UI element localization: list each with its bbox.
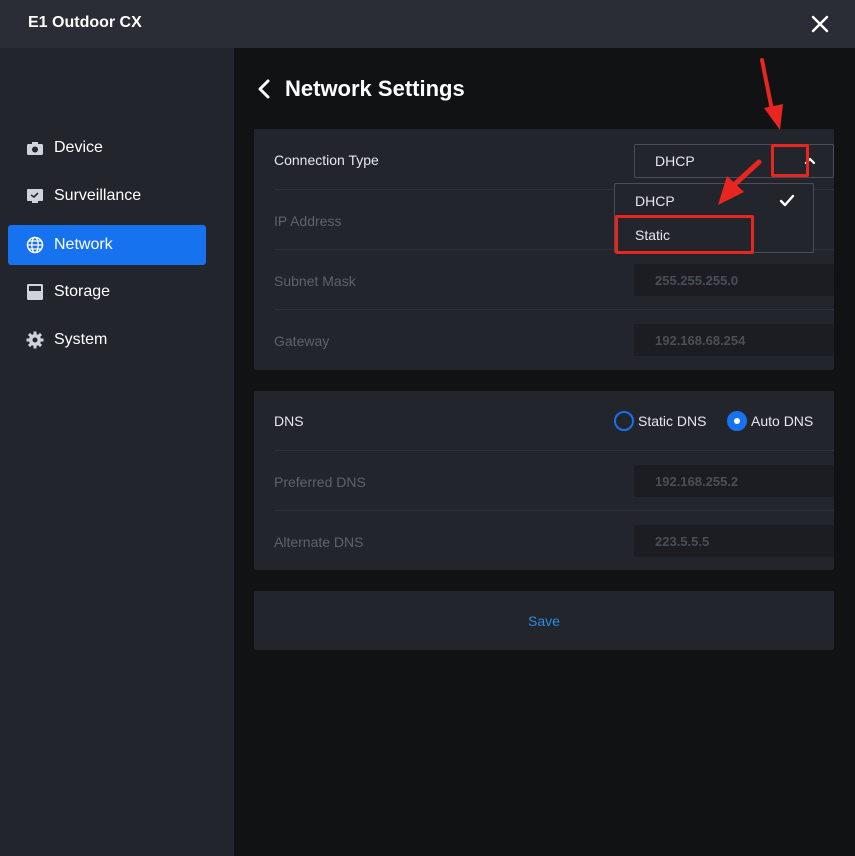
sidebar-item-label: Surveillance: [54, 187, 142, 204]
subnet-mask-field: 255.255.255.0: [634, 264, 834, 296]
sidebar-item-system[interactable]: System: [8, 320, 206, 360]
arrow-down-icon: [760, 58, 783, 130]
subnet-mask-label: Subnet Mask: [274, 273, 356, 289]
sidebar-item-device[interactable]: Device: [8, 128, 206, 168]
gear-icon: [26, 331, 44, 349]
highlight-box-chevron: [771, 144, 809, 177]
monitor-icon: [27, 189, 43, 203]
storage-icon: [27, 284, 43, 300]
chevron-left-icon[interactable]: [254, 78, 274, 100]
dns-label: DNS: [274, 413, 304, 429]
static-dns-radio[interactable]: Static DNS: [614, 411, 714, 431]
check-icon: [779, 194, 795, 207]
static-dns-label: Static DNS: [638, 413, 707, 429]
sidebar-item-label: Network: [54, 236, 113, 253]
highlight-box-static: [615, 215, 754, 254]
alternate-dns-row: Alternate DNS 223.5.5.5: [274, 511, 834, 571]
auto-dns-radio[interactable]: Auto DNS: [727, 411, 827, 431]
gateway-value: 192.168.68.254: [655, 333, 746, 348]
sidebar-item-storage[interactable]: Storage: [8, 272, 206, 312]
subnet-mask-row: Subnet Mask 255.255.255.0: [274, 250, 834, 310]
save-button[interactable]: Save: [254, 591, 834, 650]
camera-icon: [27, 142, 43, 155]
ip-address-label: IP Address: [274, 213, 342, 229]
sidebar-item-label: System: [54, 331, 108, 348]
dns-row: DNS Static DNS Auto DNS: [274, 391, 834, 451]
sidebar: Device Surveillance Network Storage Syst…: [0, 48, 234, 856]
gateway-field: 192.168.68.254: [634, 324, 834, 356]
dns-panel: DNS Static DNS Auto DNS Preferred DNS 19…: [254, 391, 834, 570]
connection-type-row: Connection Type DHCP: [274, 130, 834, 190]
sidebar-item-label: Storage: [54, 283, 111, 300]
radio-checked[interactable]: [727, 411, 747, 431]
dropdown-option-label: DHCP: [635, 193, 675, 209]
auto-dns-label: Auto DNS: [751, 413, 814, 429]
globe-icon: [26, 236, 44, 254]
preferred-dns-value: 192.168.255.2: [655, 474, 739, 489]
gateway-row: Gateway 192.168.68.254: [274, 310, 834, 370]
preferred-dns-field: 192.168.255.2: [634, 465, 834, 497]
save-label: Save: [528, 613, 560, 629]
page-title: Network Settings: [285, 76, 465, 101]
subnet-mask-value: 255.255.255.0: [655, 273, 739, 288]
alternate-dns-label: Alternate DNS: [274, 534, 364, 550]
connection-type-value: DHCP: [655, 153, 695, 169]
dropdown-option-dhcp[interactable]: DHCP: [615, 184, 813, 218]
preferred-dns-row: Preferred DNS 192.168.255.2: [274, 451, 834, 511]
sidebar-item-surveillance[interactable]: Surveillance: [8, 176, 206, 216]
close-button[interactable]: [806, 10, 834, 38]
radio-unchecked[interactable]: [614, 411, 634, 431]
alternate-dns-field: 223.5.5.5: [634, 525, 834, 557]
close-icon[interactable]: [806, 10, 834, 38]
gateway-label: Gateway: [274, 333, 330, 349]
preferred-dns-label: Preferred DNS: [274, 474, 366, 490]
title-bar: E1 Outdoor CX: [0, 0, 855, 48]
alternate-dns-value: 223.5.5.5: [655, 534, 710, 549]
sidebar-item-network[interactable]: Network: [8, 225, 206, 265]
sidebar-item-label: Device: [54, 139, 103, 156]
connection-type-label: Connection Type: [274, 152, 379, 168]
app-title: E1 Outdoor CX: [28, 14, 142, 31]
